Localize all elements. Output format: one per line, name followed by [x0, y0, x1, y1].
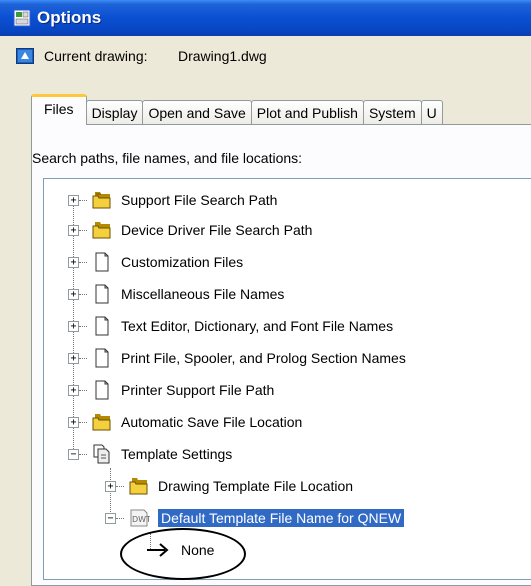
expand-plus-icon[interactable]: +	[68, 194, 79, 206]
tree-item-automatic-save-file-location[interactable]: + Automatic Save File Location	[68, 406, 302, 438]
tree-item-print-file-spooler-prolog[interactable]: + Print File, Spooler, and Prolog Sectio…	[68, 342, 406, 374]
dwt-file-icon: DWT	[128, 508, 150, 528]
folder-stack-icon	[91, 190, 113, 210]
tree-item-printer-support-file-path[interactable]: + Printer Support File Path	[68, 374, 274, 406]
tree-item-label: Device Driver File Search Path	[121, 222, 313, 238]
folder-stack-icon	[128, 476, 150, 496]
expand-plus-icon[interactable]: +	[105, 480, 116, 492]
tree-item-text-editor-dictionary-font[interactable]: + Text Editor, Dictionary, and Font File…	[68, 310, 393, 342]
panel-label: Search paths, file names, and file locat…	[32, 150, 303, 166]
file-icon	[91, 380, 113, 400]
expand-plus-icon[interactable]: +	[68, 352, 79, 364]
expand-plus-icon[interactable]: +	[68, 224, 79, 236]
tree-item-miscellaneous-file-names[interactable]: + Miscellaneous File Names	[68, 278, 284, 310]
expand-plus-icon[interactable]: +	[68, 288, 79, 300]
tab-strip: Files Display Open and Save Plot and Pub…	[31, 94, 443, 125]
current-drawing-value: Drawing1.dwg	[178, 48, 267, 64]
tree-item-support-file-search-path[interactable]: + Support File Search Path	[68, 184, 277, 216]
tree-item-label: Support File Search Path	[121, 192, 278, 208]
file-icon	[91, 316, 113, 336]
folder-stack-icon	[91, 412, 113, 432]
expand-plus-icon[interactable]: +	[68, 384, 79, 396]
documents-icon	[91, 444, 113, 464]
file-icon	[91, 252, 113, 272]
tree-item-template-settings[interactable]: − Template Settings	[68, 438, 232, 470]
expand-plus-icon[interactable]: +	[68, 416, 79, 428]
tab-plot-and-publish[interactable]: Plot and Publish	[250, 100, 364, 125]
title-bar[interactable]: Options	[0, 0, 531, 36]
tree-item-label: Default Template File Name for QNEW	[158, 509, 405, 527]
tree-item-drawing-template-file-location[interactable]: + Drawing Template File Location	[105, 470, 353, 502]
tree-item-label: Automatic Save File Location	[121, 414, 303, 430]
collapse-minus-icon[interactable]: −	[68, 448, 79, 460]
options-window-icon	[13, 9, 31, 27]
tree-item-label: Miscellaneous File Names	[121, 286, 285, 302]
tab-files[interactable]: Files	[31, 94, 87, 125]
window-title: Options	[37, 8, 102, 27]
annotation-circle	[120, 528, 246, 580]
file-icon	[91, 348, 113, 368]
tree-item-label: Customization Files	[121, 254, 244, 270]
tab-display[interactable]: Display	[85, 100, 144, 125]
current-drawing-label: Current drawing:	[44, 48, 148, 64]
tree-item-label: Printer Support File Path	[121, 382, 275, 398]
expand-plus-icon[interactable]: +	[68, 256, 79, 268]
tree-item-default-template-file-name-qnew[interactable]: − DWT Default Template File Name for QNE…	[105, 502, 405, 534]
tree-item-label: Template Settings	[121, 446, 233, 462]
tab-open-and-save[interactable]: Open and Save	[142, 100, 252, 125]
svg-text:DWT: DWT	[132, 515, 150, 524]
expand-plus-icon[interactable]: +	[68, 320, 79, 332]
current-drawing: Current drawing: Drawing1.dwg	[0, 36, 531, 76]
tree-item-label: Drawing Template File Location	[158, 478, 354, 494]
tree-item-device-driver-file-search-path[interactable]: + Device Driver File Search Path	[68, 214, 312, 246]
collapse-minus-icon[interactable]: −	[105, 512, 116, 524]
tree-item-label: Print File, Spooler, and Prolog Section …	[121, 350, 406, 366]
drawing-icon	[16, 48, 34, 64]
tab-user-preferences[interactable]: U	[420, 100, 443, 125]
file-icon	[91, 284, 113, 304]
folder-stack-icon	[91, 220, 113, 240]
tab-system[interactable]: System	[362, 100, 422, 125]
tree-item-label: Text Editor, Dictionary, and Font File N…	[121, 318, 394, 334]
tree-item-customization-files[interactable]: + Customization Files	[68, 246, 243, 278]
